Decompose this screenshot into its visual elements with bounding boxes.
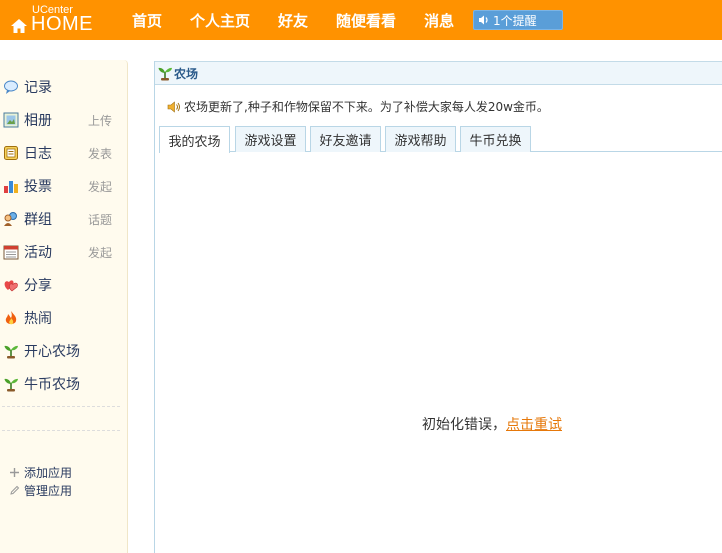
sidebar-item-record[interactable]: 记录 — [3, 76, 123, 98]
sidebar-item-blog[interactable]: 日志 发表 — [3, 142, 123, 164]
sidebar-label: 热闹 — [24, 311, 52, 327]
tab-bar: 我的农场 游戏设置 好友邀请 游戏帮助 牛币兑换 — [159, 125, 722, 153]
flame-icon — [5, 311, 17, 325]
share-icon — [4, 280, 18, 292]
tab-invite-friends[interactable]: 好友邀请 — [310, 126, 381, 152]
announcement-text: 农场更新了,种子和作物保留不下来。为了补偿大家每人发20w金币。 — [184, 100, 549, 114]
nav-friends[interactable]: 好友 — [264, 10, 322, 31]
notification-button[interactable]: 1个提醒 — [473, 10, 563, 30]
sidebar-item-hot[interactable]: 热闹 — [3, 307, 123, 329]
init-error-message: 初始化错误，点击重试 — [422, 414, 562, 434]
sidebar-label: 开心农场 — [24, 344, 80, 360]
sidebar-item-share[interactable]: 分享 — [3, 274, 123, 296]
sidebar-label: 相册 — [24, 113, 52, 129]
sidebar-label: 记录 — [24, 80, 52, 96]
topic-link[interactable]: 话题 — [88, 211, 112, 228]
sidebar-label: 分享 — [24, 278, 52, 294]
home-icon — [11, 19, 27, 33]
sidebar-label: 群组 — [24, 212, 52, 228]
top-bar: UCenter HOME 首页 个人主页 好友 随便看看 消息 1个提醒 — [0, 0, 722, 40]
sidebar: 记录 相册 上传 日志 发表 投票 发起 群组 话题 活动 发起 分享 热闹 开… — [0, 60, 128, 553]
poll-icon — [4, 181, 18, 193]
album-icon — [3, 112, 19, 128]
record-icon — [4, 80, 18, 94]
ucenter-home-logo[interactable]: UCenter HOME — [10, 3, 100, 37]
nav-explore[interactable]: 随便看看 — [322, 10, 410, 31]
sidebar-item-happy-farm[interactable]: 开心农场 — [3, 340, 123, 362]
manage-app-label: 管理应用 — [24, 483, 73, 498]
start-poll-link[interactable]: 发起 — [88, 178, 112, 195]
nav-messages[interactable]: 消息 — [410, 10, 468, 31]
pencil-icon — [10, 485, 20, 495]
notification-text: 1个提醒 — [493, 13, 537, 28]
sidebar-divider — [2, 406, 120, 407]
sidebar-item-poll[interactable]: 投票 发起 — [3, 175, 123, 197]
publish-link[interactable]: 发表 — [88, 145, 112, 162]
logo-big-text: HOME — [31, 13, 93, 35]
panel-header: 农场 — [155, 61, 722, 85]
sidebar-item-event[interactable]: 活动 发起 — [3, 241, 123, 263]
manage-app-link[interactable]: 管理应用 — [9, 482, 72, 498]
nav-home[interactable]: 首页 — [118, 10, 176, 31]
page-title: 农场 — [174, 66, 199, 81]
tab-game-help[interactable]: 游戏帮助 — [385, 126, 456, 152]
tab-game-settings[interactable]: 游戏设置 — [235, 126, 306, 152]
nav-profile[interactable]: 个人主页 — [176, 10, 264, 31]
group-icon — [4, 212, 17, 226]
start-event-link[interactable]: 发起 — [88, 244, 112, 261]
blog-icon — [4, 146, 18, 160]
tab-coin-exchange[interactable]: 牛币兑换 — [460, 126, 531, 152]
speaker-icon — [167, 100, 180, 113]
sidebar-label: 牛币农场 — [24, 377, 80, 393]
sidebar-label: 投票 — [24, 179, 52, 195]
sidebar-label: 活动 — [24, 245, 52, 261]
sidebar-item-album[interactable]: 相册 上传 — [3, 109, 123, 131]
sound-icon — [479, 15, 488, 25]
plus-icon — [10, 467, 19, 477]
main-nav: 首页 个人主页 好友 随便看看 消息 — [118, 0, 468, 40]
upload-link[interactable]: 上传 — [88, 112, 112, 129]
event-icon — [3, 245, 19, 260]
farm-panel: 农场 农场更新了,种子和作物保留不下来。为了补偿大家每人发20w金币。 我的农场… — [154, 61, 722, 553]
init-error-text: 初始化错误， — [422, 417, 506, 433]
add-app-label: 添加应用 — [24, 465, 73, 480]
sprout-icon — [158, 67, 172, 81]
tab-my-farm[interactable]: 我的农场 — [159, 126, 230, 153]
sprout-icon — [4, 378, 18, 392]
announcement: 农场更新了,种子和作物保留不下来。为了补偿大家每人发20w金币。 — [167, 98, 549, 115]
sidebar-item-group[interactable]: 群组 话题 — [3, 208, 123, 230]
retry-link[interactable]: 点击重试 — [506, 417, 562, 433]
sidebar-item-niubi-farm[interactable]: 牛币农场 — [3, 373, 123, 395]
sidebar-label: 日志 — [24, 146, 52, 162]
sidebar-divider — [2, 430, 120, 431]
sprout-icon — [4, 345, 18, 359]
add-app-link[interactable]: 添加应用 — [9, 464, 72, 480]
